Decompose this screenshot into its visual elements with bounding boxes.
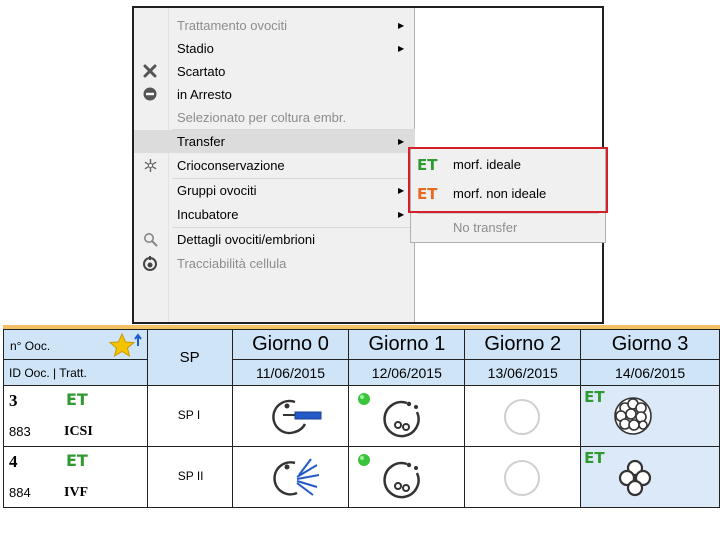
green-status-dot-icon xyxy=(357,392,371,411)
menu-item-dettagli[interactable]: Dettagli ovociti/embrioni xyxy=(134,228,415,251)
menu-item-crioconservazione[interactable]: Crioconservazione xyxy=(134,154,415,177)
table-row[interactable]: 3 ET 883 ICSI SP I ET xyxy=(3,385,720,447)
header-date2: 13/06/2015 xyxy=(464,359,582,386)
menu-item-label: Gruppi ovociti xyxy=(177,183,257,198)
header-noc-cell[interactable]: n° Ooc. xyxy=(3,329,148,363)
day0-cell[interactable] xyxy=(231,385,350,447)
et-badge-icon: ET xyxy=(66,390,88,409)
sp-value: SP II xyxy=(177,469,204,483)
sp-value: SP I xyxy=(177,408,201,422)
green-status-dot-icon xyxy=(357,453,371,472)
menu-item-label: Incubatore xyxy=(177,207,239,222)
header-date3: 14/06/2015 xyxy=(580,359,720,386)
zygote-icon xyxy=(383,461,423,506)
empty-circle-icon xyxy=(503,459,541,502)
submenu-arrow-icon: ▶ xyxy=(398,186,405,195)
day2-cell[interactable] xyxy=(464,446,582,508)
stop-icon xyxy=(142,86,158,102)
submenu-arrow-icon: ▶ xyxy=(398,44,405,53)
ivf-sperm-icon xyxy=(271,455,325,504)
header-sp-cell: SP xyxy=(146,329,233,386)
day1-cell[interactable] xyxy=(348,385,466,447)
zygote-icon xyxy=(383,400,423,445)
menu-item-stadio[interactable]: Stadio ▶ xyxy=(134,37,415,60)
menu-item-label: Transfer xyxy=(177,134,225,149)
row-id-cell[interactable]: 4 ET 884 IVF xyxy=(3,446,148,508)
empty-circle-icon xyxy=(503,398,541,441)
oocyte-id: 884 xyxy=(9,485,31,500)
menu-item-label: Stadio xyxy=(177,41,214,56)
header-noc-label: n° Ooc. xyxy=(10,339,51,353)
menu-item-label: Tracciabilità cellula xyxy=(177,256,287,271)
menu-item-label: in Arresto xyxy=(177,87,232,102)
et-badge-icon: ET xyxy=(584,388,605,406)
oocyte-number: 4 xyxy=(9,452,18,471)
menu-item-scartato[interactable]: Scartato xyxy=(134,60,415,83)
oocyte-grid: n° Ooc. SP Giorno 0 Giorno 1 Giorno 2 Gi… xyxy=(3,325,720,559)
menu-item-label: Selezionato per coltura embr. xyxy=(177,110,347,125)
treatment-label: ICSI xyxy=(64,424,93,439)
snowflake-icon xyxy=(142,157,158,173)
table-row[interactable]: 4 ET 884 IVF SP II ET xyxy=(3,446,720,508)
menu-item-transfer[interactable]: Transfer ▶ xyxy=(134,130,415,153)
menu-item-selezionato[interactable]: Selezionato per coltura embr. xyxy=(134,106,415,129)
four-cell-embryo-icon xyxy=(615,457,655,504)
menu-item-label: Crioconservazione xyxy=(177,158,285,173)
magnifier-icon xyxy=(142,231,158,247)
menu-item-trattamento-ovociti[interactable]: Trattamento ovociti ▶ xyxy=(134,14,415,37)
menu-item-label: Scartato xyxy=(177,64,226,79)
star-sort-icon[interactable] xyxy=(108,332,142,363)
menu-item-label: Dettagli ovociti/embrioni xyxy=(177,232,316,247)
submenu-item-no-transfer[interactable]: No transfer xyxy=(411,214,605,242)
menu-item-gruppi-ovociti[interactable]: Gruppi ovociti ▶ xyxy=(134,179,415,202)
morula-icon xyxy=(611,394,655,443)
day0-cell[interactable] xyxy=(231,446,350,508)
header-day3: Giorno 3 xyxy=(580,329,720,360)
day3-cell[interactable]: ET xyxy=(580,385,720,447)
sp-cell[interactable]: SP I xyxy=(146,385,233,447)
submenu-arrow-icon: ▶ xyxy=(398,21,405,30)
trace-icon xyxy=(142,255,158,271)
submenu-item-label: No transfer xyxy=(453,220,518,235)
header-sp-label: SP xyxy=(179,349,200,366)
menu-item-incubatore[interactable]: Incubatore ▶ xyxy=(134,203,415,226)
header-day2: Giorno 2 xyxy=(464,329,582,360)
menu-item-label: Trattamento ovociti xyxy=(177,18,288,33)
header-day0: Giorno 0 xyxy=(231,329,350,360)
day2-cell[interactable] xyxy=(464,385,582,447)
highlight-box xyxy=(408,147,608,213)
header-date0: 11/06/2015 xyxy=(231,359,350,386)
header-id-label: ID Ooc. | Tratt. xyxy=(3,359,148,386)
x-icon xyxy=(142,63,158,79)
treatment-label: IVF xyxy=(64,485,89,500)
submenu-arrow-icon: ▶ xyxy=(398,137,405,146)
row-id-cell[interactable]: 3 ET 883 ICSI xyxy=(3,385,148,447)
icsi-injection-icon xyxy=(271,394,325,443)
et-badge-icon: ET xyxy=(584,449,605,467)
menu-item-tracciabilita[interactable]: Tracciabilità cellula xyxy=(134,252,415,275)
day3-cell[interactable]: ET xyxy=(580,446,720,508)
oocyte-number: 3 xyxy=(9,391,18,410)
oocyte-id: 883 xyxy=(9,424,31,439)
header-date1: 12/06/2015 xyxy=(348,359,466,386)
menu-item-in-arresto[interactable]: in Arresto xyxy=(134,83,415,106)
sp-cell[interactable]: SP II xyxy=(146,446,233,508)
oocyte-table: n° Ooc. SP Giorno 0 Giorno 1 Giorno 2 Gi… xyxy=(3,329,720,508)
day1-cell[interactable] xyxy=(348,446,466,508)
header-day1: Giorno 1 xyxy=(348,329,466,360)
et-badge-icon: ET xyxy=(66,451,88,470)
submenu-arrow-icon: ▶ xyxy=(398,210,405,219)
